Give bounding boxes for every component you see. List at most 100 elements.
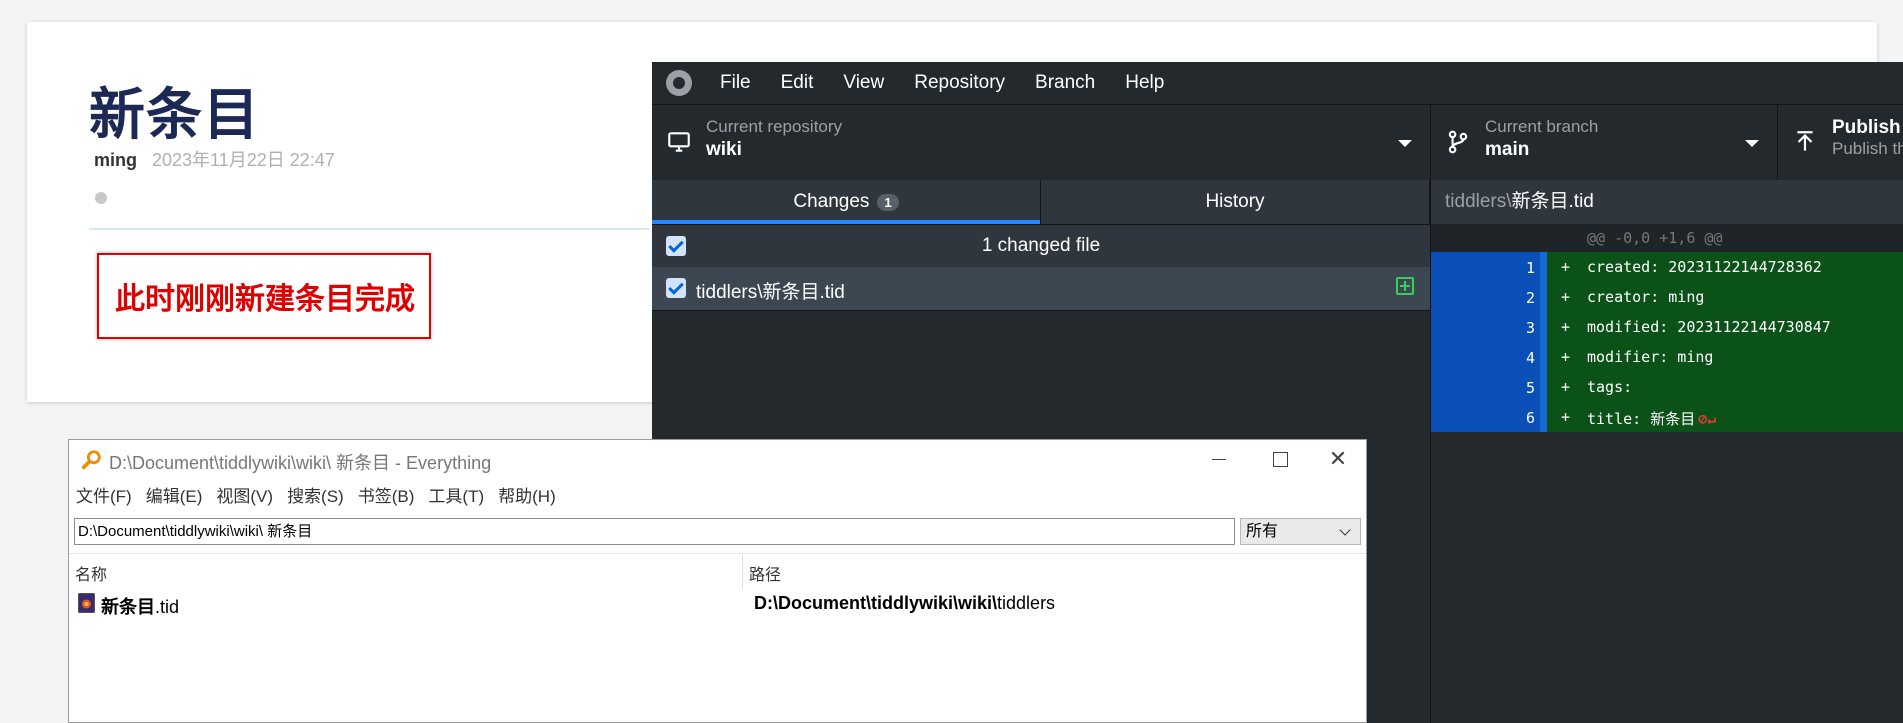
line-number: 5	[1525, 379, 1535, 397]
menu-tools[interactable]: 工具(T)	[428, 482, 484, 507]
menu-help[interactable]: 帮助(H)	[498, 482, 556, 507]
added-marker: +	[1561, 288, 1571, 306]
branch-label: Current branch	[1485, 117, 1599, 136]
diff-line[interactable]: 2 + creator: ming	[1431, 282, 1903, 312]
line-marker	[1540, 372, 1547, 402]
changed-files-header: 1 changed file	[652, 224, 1430, 268]
diff-line[interactable]: 1 + created: 20231122144728362	[1431, 252, 1903, 282]
line-marker	[1540, 282, 1547, 312]
tiddlywiki-file-icon	[78, 593, 95, 613]
toolbar: Current repository wiki Current branch m…	[652, 104, 1903, 182]
file-added-icon	[1396, 277, 1414, 295]
added-marker: +	[1561, 348, 1571, 366]
hunk-text: @@ -0,0 +1,6 @@	[1587, 229, 1723, 247]
result-file-path[interactable]: D:\Document\tiddlywiki\wiki\tiddlers	[754, 593, 1055, 614]
tab-history-label: History	[1205, 191, 1265, 212]
tab-changes-label: Changes	[793, 191, 870, 212]
publish-label: Publish r	[1832, 117, 1903, 138]
menu-view[interactable]: 视图(V)	[216, 482, 273, 507]
column-header-name[interactable]: 名称	[75, 561, 107, 585]
added-marker: +	[1561, 408, 1571, 426]
line-content: creator: ming	[1587, 288, 1705, 306]
tiddler-title: 新条目	[89, 83, 260, 148]
diff-line[interactable]: 4 + modifier: ming	[1431, 342, 1903, 372]
menu-edit[interactable]: 编辑(E)	[146, 482, 203, 507]
github-logo-icon	[666, 70, 692, 96]
everything-window: D:\Document\tiddlywiki\wiki\ 新条目 - Every…	[68, 439, 1367, 723]
menu-help[interactable]: Help	[1125, 72, 1164, 94]
tab-bar: Changes 1 History	[652, 180, 1430, 224]
column-divider[interactable]	[742, 555, 743, 589]
result-name-match: 新条目	[101, 597, 155, 617]
no-newline-icon: ⊘↵	[1698, 410, 1717, 428]
chevron-down-icon	[1398, 140, 1412, 147]
line-content: tags:	[1587, 378, 1633, 396]
menu-search[interactable]: 搜索(S)	[287, 482, 344, 507]
annotation-callout: 此时刚刚新建条目完成	[97, 253, 431, 339]
line-content: modifier: ming	[1587, 348, 1714, 366]
changes-count-badge: 1	[877, 193, 899, 211]
tiddler-meta: ming 2023年11月22日 22:47	[94, 146, 335, 172]
line-marker	[1540, 312, 1547, 342]
line-content: modified: 20231122144730847	[1587, 318, 1831, 336]
branch-icon	[1448, 130, 1468, 154]
menu-edit[interactable]: Edit	[781, 72, 814, 94]
menu-branch[interactable]: Branch	[1035, 72, 1095, 94]
menu-bar: 文件(F) 编辑(E) 视图(V) 搜索(S) 书签(B) 工具(T) 帮助(H…	[69, 481, 1366, 507]
diff-path-file: 新条目.tid	[1511, 191, 1594, 212]
publish-sublabel: Publish th	[1832, 139, 1903, 158]
result-file-name[interactable]: 新条目.tid	[101, 593, 179, 619]
chevron-down-icon	[1339, 524, 1351, 536]
menu-bookmarks[interactable]: 书签(B)	[358, 482, 415, 507]
added-marker: +	[1561, 258, 1571, 276]
result-path-match: D:\Document\tiddlywiki\wiki\	[754, 593, 998, 613]
changed-file-row[interactable]: tiddlers\新条目.tid	[652, 267, 1430, 311]
repository-name: wiki	[706, 139, 742, 160]
column-header-path[interactable]: 路径	[749, 561, 781, 585]
line-number: 1	[1525, 259, 1535, 277]
minimize-button[interactable]	[1191, 444, 1247, 474]
line-marker	[1540, 252, 1547, 282]
tab-changes[interactable]: Changes 1	[652, 180, 1041, 224]
menu-file[interactable]: File	[720, 72, 751, 94]
current-repository-button[interactable]: Current repository wiki	[652, 105, 1431, 181]
tiddler-author[interactable]: ming	[94, 150, 137, 170]
filter-select[interactable]: 所有	[1240, 518, 1361, 545]
filter-value: 所有	[1246, 523, 1279, 540]
line-number: 2	[1525, 289, 1535, 307]
changed-file-name: tiddlers\新条目.tid	[696, 282, 845, 303]
menu-file[interactable]: 文件(F)	[76, 482, 132, 507]
file-checkbox[interactable]	[666, 278, 686, 298]
window-title: D:\Document\tiddlywiki\wiki\ 新条目 - Every…	[109, 453, 492, 473]
maximize-button[interactable]	[1252, 444, 1308, 474]
search-input[interactable]: D:\Document\tiddlywiki\wiki\ 新条目	[74, 518, 1235, 545]
publish-button[interactable]: Publish r Publish th	[1778, 105, 1903, 181]
diff-line[interactable]: 6 + title: 新条目 ⊘↵	[1431, 402, 1903, 432]
tab-history[interactable]: History	[1041, 180, 1430, 224]
tiddler-divider	[89, 228, 649, 230]
close-button[interactable]: ✕	[1310, 444, 1366, 474]
menu-bar: File Edit View Repository Branch Help	[652, 62, 1903, 104]
diff-file-path: tiddlers\新条目.tid	[1431, 180, 1903, 224]
magnifier-icon	[81, 450, 101, 470]
menu-repository[interactable]: Repository	[914, 72, 1005, 94]
computer-icon	[668, 132, 690, 152]
result-name-ext: .tid	[155, 597, 180, 617]
diff-line[interactable]: 3 + modified: 20231122144730847	[1431, 312, 1903, 342]
line-number: 4	[1525, 349, 1535, 367]
menu-view[interactable]: View	[843, 72, 884, 94]
current-branch-button[interactable]: Current branch main	[1431, 105, 1778, 181]
tiddler-bullet	[95, 192, 107, 204]
branch-name: main	[1485, 139, 1530, 160]
line-content: created: 20231122144728362	[1587, 258, 1822, 276]
added-marker: +	[1561, 378, 1571, 396]
diff-line[interactable]: 5 + tags:	[1431, 372, 1903, 402]
result-path-rest: tiddlers	[997, 593, 1056, 613]
repository-label: Current repository	[706, 117, 843, 136]
line-marker	[1540, 402, 1547, 432]
line-content: title: 新条目	[1587, 410, 1696, 428]
upload-icon	[1797, 131, 1813, 151]
changed-files-count: 1 changed file	[981, 235, 1101, 256]
divider	[69, 553, 1366, 554]
chevron-down-icon	[1745, 140, 1759, 147]
